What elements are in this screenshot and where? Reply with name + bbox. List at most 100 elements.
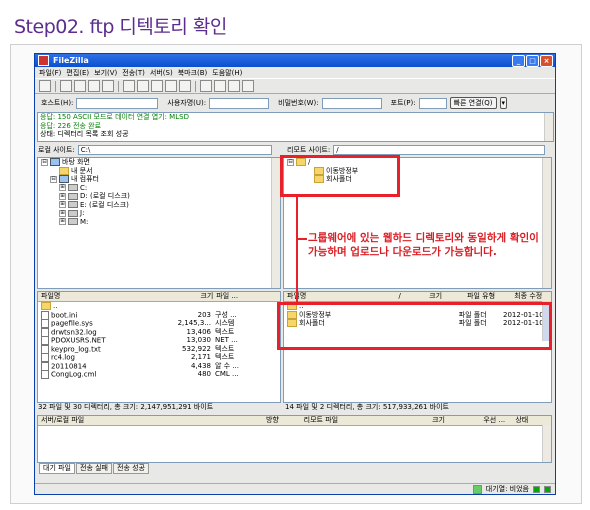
file-type: 텍스트 (215, 344, 235, 353)
table-row[interactable]: boot.ini 203 구성 ... (38, 310, 280, 319)
tree-item[interactable]: 내 문서 (38, 166, 280, 176)
refresh-icon[interactable] (123, 80, 135, 92)
drive-icon (68, 184, 78, 191)
menu-item[interactable]: 전송(T) (122, 68, 145, 78)
remote-site-label: 리모트 사이트: (287, 146, 331, 154)
menu-item[interactable]: 편집(E) (66, 68, 89, 78)
column-header[interactable]: 리모트 파일 (301, 416, 429, 425)
close-button[interactable]: × (540, 55, 553, 67)
table-row[interactable]: keypro_log.txt 532,922 텍스트 (38, 344, 280, 353)
site-manager-icon[interactable] (39, 80, 51, 92)
log-scrollbar[interactable] (544, 113, 553, 141)
column-header[interactable]: 파일 유형 (464, 292, 511, 301)
column-header[interactable]: 상태 (512, 416, 551, 425)
expander-icon[interactable]: ⊞ (59, 201, 66, 208)
password-label: 비밀번호(W): (278, 99, 319, 107)
menu-item[interactable]: 서버(S) (150, 68, 173, 78)
folder-icon (59, 166, 69, 175)
column-header[interactable]: 최종 수정 (511, 292, 551, 301)
expander-icon[interactable]: ⊞ (59, 192, 66, 200)
expander-icon[interactable]: ⊟ (41, 158, 48, 166)
filter-icon[interactable] (200, 80, 212, 92)
local-list-header: 파일명 크기 파일 ... (38, 292, 280, 302)
expander-icon[interactable]: ⊞ (59, 184, 66, 191)
menu-item[interactable]: 북마크(B) (178, 68, 208, 78)
local-path-input[interactable]: C:\ (77, 145, 272, 155)
reconnect-icon[interactable] (179, 80, 191, 92)
sync-browse-icon[interactable] (228, 80, 240, 92)
expander-icon[interactable]: ⊞ (59, 209, 66, 217)
column-header[interactable]: 파일명 (284, 292, 396, 301)
table-row[interactable]: CongLog.cml 480 CML ... (38, 370, 280, 379)
file-icon (41, 327, 49, 336)
file-size: 203 (197, 310, 211, 319)
minimize-button[interactable]: _ (512, 55, 525, 67)
queue-tab[interactable]: 전송 성공 (113, 463, 149, 474)
column-header[interactable]: 크기 (160, 292, 213, 301)
column-header[interactable]: 파일명 (38, 292, 160, 301)
queue-scrollbar[interactable] (542, 425, 551, 462)
menu-bar: 파일(F) 편집(E) 보기(V) 전송(T) 서버(S) 북마크(B) 도움말(H) (35, 67, 555, 78)
expander-icon[interactable]: ⊟ (50, 175, 57, 183)
password-input[interactable] (321, 97, 382, 109)
remote-site-bar: 리모트 사이트: / (287, 145, 551, 155)
tree-item[interactable]: ⊟ 바탕 화면 (38, 158, 280, 167)
host-input[interactable] (76, 97, 159, 109)
column-header[interactable]: 파일 ... (213, 292, 280, 301)
callout-line (296, 238, 307, 240)
port-input[interactable] (418, 97, 447, 109)
tree-item[interactable]: ⊞ M: (38, 218, 280, 227)
toggle-log-icon[interactable] (60, 80, 72, 92)
file-icon (41, 370, 49, 379)
toggle-remote-tree-icon[interactable] (88, 80, 100, 92)
search-icon[interactable] (242, 80, 254, 92)
process-queue-icon[interactable] (137, 80, 149, 92)
port-label: 포트(P): (390, 99, 416, 107)
tree-item[interactable]: ⊟ 내 컴퓨터 (38, 175, 280, 184)
pc-icon (59, 175, 69, 183)
local-site-bar: 로컬 사이트: C:\ (38, 145, 280, 155)
column-header[interactable]: 방향 (263, 416, 301, 425)
file-name-cell: boot.ini (38, 310, 161, 319)
queue-tab[interactable]: 대기 파일 (39, 463, 75, 474)
disconnect-icon[interactable] (165, 80, 177, 92)
user-input[interactable] (209, 97, 270, 109)
menu-item[interactable]: 보기(V) (94, 68, 117, 78)
toggle-queue-icon[interactable] (102, 80, 114, 92)
compare-icon[interactable] (214, 80, 226, 92)
toggle-local-tree-icon[interactable] (74, 80, 86, 92)
maximize-button[interactable]: □ (526, 55, 539, 67)
remote-path-input[interactable]: / (333, 145, 546, 155)
column-header[interactable]: 크기 (429, 416, 480, 425)
table-row[interactable]: drwtsn32.log 13,406 텍스트 (38, 327, 280, 336)
tree-item[interactable]: ⊞ C: (38, 184, 280, 193)
table-row[interactable]: 20110814 4,438 알 수 ... (38, 361, 280, 370)
column-header[interactable]: 서버/로컬 파일 (38, 416, 263, 425)
tree-item[interactable]: ⊞ J: (38, 209, 280, 218)
file-type: 구성 ... (215, 310, 237, 319)
transfer-queue: 서버/로컬 파일 방향 리모트 파일 크기 우선 ... 상태 (37, 415, 552, 463)
quickconnect-button[interactable]: 빠른 연결(Q) (449, 97, 497, 109)
quickconnect-dropdown-icon[interactable]: ▾ (499, 97, 508, 109)
page-heading: Step02. ftp 디텍토리 확인 (14, 16, 227, 38)
column-header[interactable]: 크기 (426, 292, 464, 301)
menu-item[interactable]: 도움말(H) (212, 68, 242, 78)
tree-item-label: 내 문서 (71, 166, 93, 175)
column-header[interactable]: 우선 ... (480, 416, 512, 425)
table-row[interactable]: rc4.log 2,171 텍스트 (38, 353, 280, 362)
desktop-icon (50, 158, 60, 166)
tree-item-label: E: (로컬 디스크) (80, 200, 129, 209)
column-header[interactable]: / (396, 292, 427, 301)
table-row[interactable]: PDOXUSRS.NET 13,030 NET ... (38, 336, 280, 345)
tree-item[interactable]: ⊞ E: (로컬 디스크) (38, 201, 280, 210)
expander-icon[interactable]: ⊞ (59, 218, 66, 225)
table-row[interactable]: .. (38, 302, 280, 311)
tree-item[interactable]: ⊞ D: (로컬 디스크) (38, 192, 280, 201)
filezilla-icon (38, 55, 49, 66)
queue-tab[interactable]: 전송 실패 (76, 463, 112, 474)
table-row[interactable]: pagefile.sys 2,145,3... 시스템 (38, 319, 280, 328)
menu-item[interactable]: 파일(F) (39, 68, 61, 78)
cancel-icon[interactable] (151, 80, 163, 92)
file-name: keypro_log.txt (51, 345, 101, 353)
drive-icon (68, 209, 78, 217)
